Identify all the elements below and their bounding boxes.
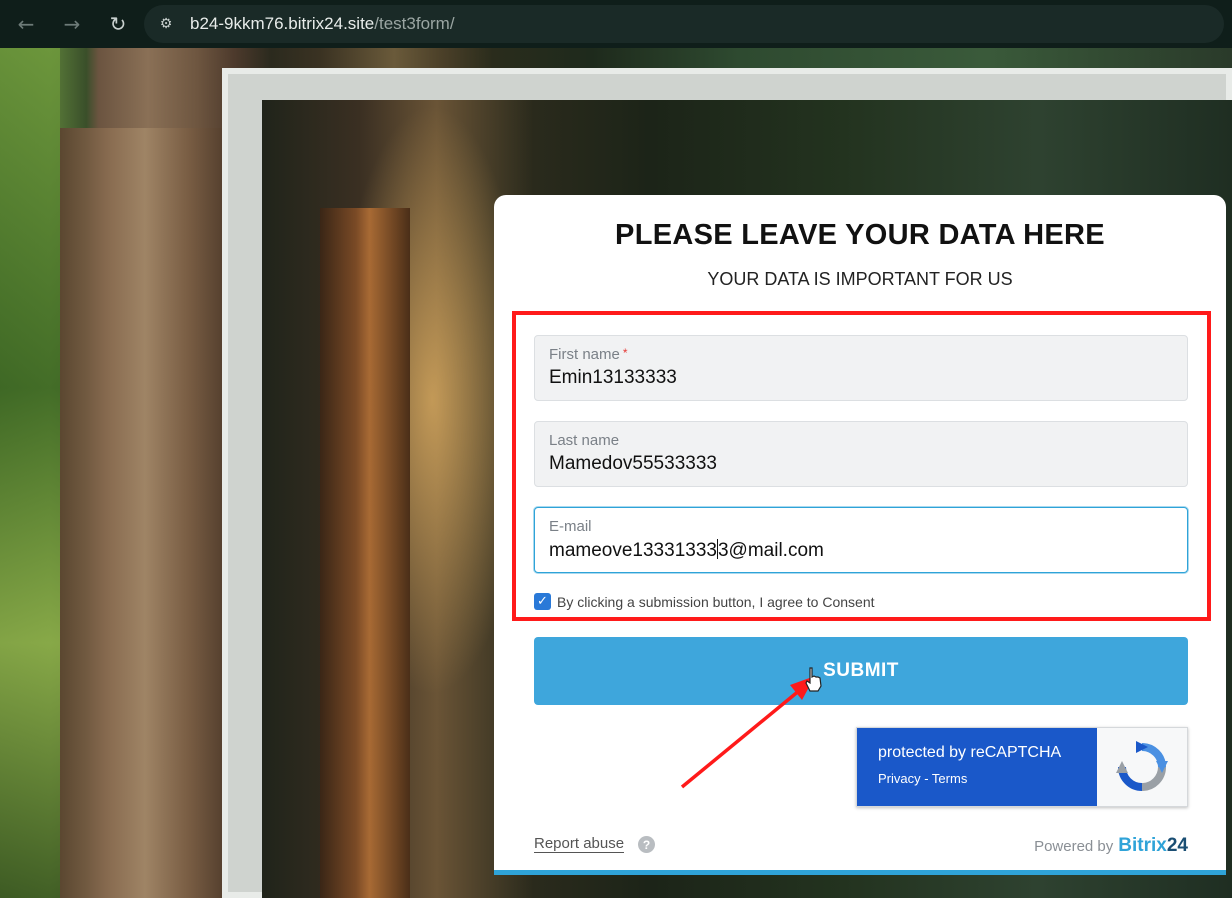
reload-icon[interactable]: ↻ <box>106 12 130 36</box>
recaptcha-badge[interactable]: protected by reCAPTCHA Privacy - Terms <box>856 727 1188 807</box>
submit-button[interactable]: SUBMIT <box>534 637 1188 705</box>
report-abuse-link[interactable]: Report abuse <box>534 835 625 853</box>
forest-tree-trunk <box>320 208 410 898</box>
browser-toolbar: ← → ↻ ⚙ b24-9kkm76.bitrix24.site/test3fo… <box>0 0 1232 48</box>
forward-arrow-icon[interactable]: → <box>60 12 84 36</box>
brand-number: 24 <box>1166 835 1188 856</box>
address-bar[interactable]: ⚙ b24-9kkm76.bitrix24.site/test3form/ <box>144 5 1224 43</box>
form-subtitle: YOUR DATA IS IMPORTANT FOR US <box>707 269 1013 289</box>
url-path: /test3form/ <box>374 14 455 33</box>
help-icon[interactable]: ? <box>638 836 655 853</box>
site-info-icon[interactable]: ⚙ <box>154 12 178 36</box>
highlight-annotation-box <box>512 311 1211 621</box>
brand-name: Bitrix <box>1118 835 1167 856</box>
tree-trunk-left <box>60 128 230 898</box>
recaptcha-links[interactable]: Privacy - Terms <box>878 771 1097 786</box>
recaptcha-title: protected by reCAPTCHA <box>878 744 1062 761</box>
hand-cursor-icon <box>805 667 822 692</box>
url-host: b24-9kkm76.bitrix24.site <box>190 14 375 33</box>
recaptcha-text-panel: protected by reCAPTCHA Privacy - Terms <box>857 728 1097 806</box>
powered-by-text: Powered by <box>1034 838 1114 855</box>
recaptcha-logo-icon <box>1097 728 1187 806</box>
vines-decoration <box>0 48 60 898</box>
form-title: PLEASE LEAVE YOUR DATA HERE <box>615 219 1105 251</box>
back-arrow-icon[interactable]: ← <box>14 12 38 36</box>
powered-by[interactable]: Powered by Bitrix 24 <box>1034 835 1188 857</box>
